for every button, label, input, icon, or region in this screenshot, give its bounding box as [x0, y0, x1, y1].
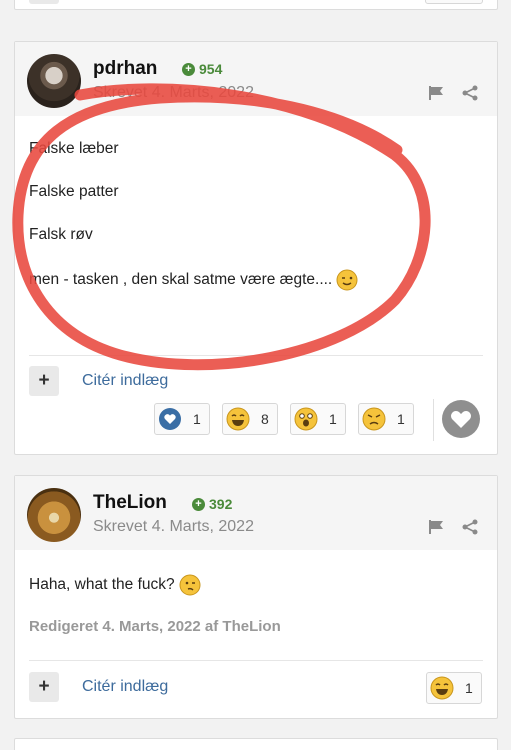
post-header: pdrhan + 954 Skrevet 4. Marts, 2022 — [15, 42, 497, 116]
post-line: Falske læber — [29, 140, 119, 157]
quote-post-link[interactable]: Citér indlæg — [82, 678, 168, 696]
multiquote-button[interactable]: + — [29, 672, 59, 702]
author-name[interactable]: TheLion — [93, 492, 167, 514]
share-icon[interactable] — [461, 519, 479, 535]
reaction-heart[interactable]: 1 — [154, 403, 210, 435]
post-separator — [29, 660, 483, 661]
post: TheLion + 392 Skrevet 4. Marts, 2022 Hah… — [14, 475, 498, 719]
post-date: Skrevet 4. Marts, 2022 — [93, 84, 254, 101]
post: pdrhan + 954 Skrevet 4. Marts, 2022 Fals… — [14, 41, 498, 455]
edited-note: Redigeret 4. Marts, 2022 af TheLion — [29, 618, 281, 635]
reaction-angry[interactable]: 1 — [358, 403, 414, 435]
laugh-reaction-icon — [430, 676, 454, 700]
post-separator — [29, 355, 483, 356]
reputation-badge: + 392 — [192, 496, 232, 512]
post-line-text: Haha, what the fuck? — [29, 576, 175, 593]
flag-icon[interactable] — [428, 519, 446, 535]
reaction-count: 1 — [397, 411, 405, 427]
reaction-count: 1 — [465, 680, 473, 696]
reaction-shocked[interactable]: 1 — [290, 403, 346, 435]
reaction-laugh[interactable]: 8 — [222, 403, 278, 435]
heart-reaction-icon — [159, 408, 181, 430]
previous-post-footer — [14, 0, 498, 10]
post-line: men - tasken , den skal satme være ægte.… — [29, 269, 358, 291]
avatar[interactable] — [27, 54, 81, 108]
post-line: Falske patter — [29, 183, 119, 200]
reaction-laugh[interactable]: 1 — [426, 672, 482, 704]
multiquote-button[interactable]: + — [29, 366, 59, 396]
flag-icon[interactable] — [428, 85, 446, 101]
next-post-top — [14, 738, 498, 750]
reaction-count: 8 — [261, 411, 269, 427]
post-header: TheLion + 392 Skrevet 4. Marts, 2022 — [15, 476, 497, 550]
plus-circle-icon: + — [192, 497, 205, 511]
avatar[interactable] — [27, 488, 81, 542]
shocked-reaction-icon — [294, 407, 318, 431]
reaction-count: 1 — [193, 411, 201, 427]
quote-post-link[interactable]: Citér indlæg — [82, 372, 168, 390]
react-button[interactable] — [442, 400, 480, 438]
author-name[interactable]: pdrhan — [93, 58, 157, 80]
post-date: Skrevet 4. Marts, 2022 — [93, 518, 254, 535]
post-line-text: men - tasken , den skal satme være ægte.… — [29, 271, 333, 288]
previous-post-reaction[interactable] — [425, 0, 483, 4]
laugh-reaction-icon — [226, 407, 250, 431]
reaction-divider — [433, 399, 434, 441]
reaction-count: 1 — [329, 411, 337, 427]
heart-icon — [451, 411, 471, 428]
post-line: Falsk røv — [29, 226, 93, 243]
reputation-count: 954 — [199, 61, 223, 77]
reputation-badge: + 954 — [182, 61, 222, 77]
previous-post-plus-button[interactable] — [29, 0, 59, 4]
reputation-count: 392 — [209, 496, 233, 512]
wink-emoji-icon — [336, 269, 358, 291]
post-line: Haha, what the fuck? — [29, 574, 201, 596]
smirk-emoji-icon — [179, 574, 201, 596]
share-icon[interactable] — [461, 85, 479, 101]
plus-circle-icon: + — [182, 62, 195, 76]
angry-reaction-icon — [362, 407, 386, 431]
